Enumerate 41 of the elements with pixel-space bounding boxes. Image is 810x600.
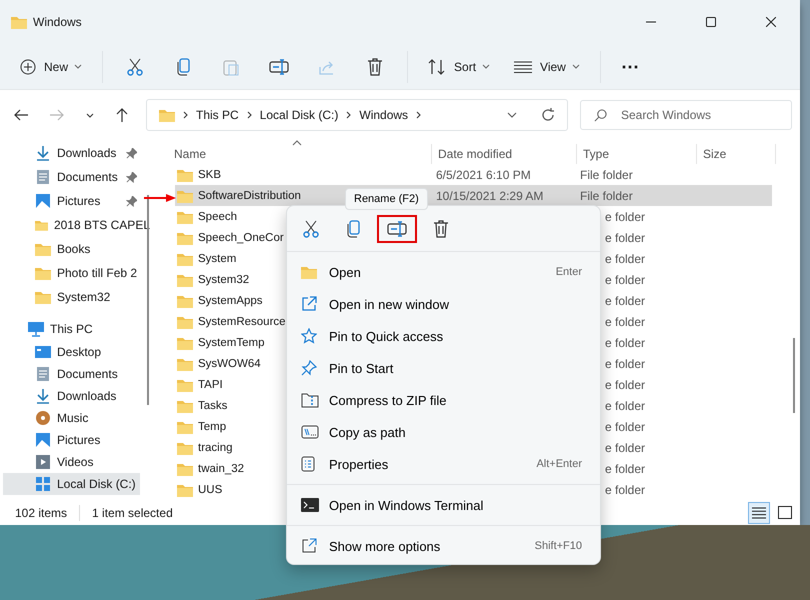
type-cell: File folder xyxy=(580,168,633,182)
type-cell: e folder xyxy=(605,440,646,454)
type-cell: e folder xyxy=(605,294,646,308)
tooltip: Rename (F2) xyxy=(345,188,428,210)
type-cell: e folder xyxy=(605,378,646,392)
shortcut-text: Enter xyxy=(556,266,582,278)
type-cell: e folder xyxy=(605,336,646,350)
window-title: Windows xyxy=(33,15,82,29)
type-cell: e folder xyxy=(605,252,646,266)
type-cell: e folder xyxy=(605,314,646,328)
type-cell: e folder xyxy=(605,398,646,412)
type-cell: e folder xyxy=(605,210,646,224)
type-cell: e folder xyxy=(605,482,646,496)
type-cell: e folder xyxy=(605,230,646,244)
file-name: Speech_OneCor xyxy=(198,232,284,244)
file-name: System xyxy=(198,252,236,264)
selection-count: 1 item selected xyxy=(92,506,173,520)
date-cell: 10/15/2021 2:29 AM xyxy=(436,188,544,202)
type-cell: e folder xyxy=(605,356,646,370)
type-cell: File folder xyxy=(580,188,633,202)
file-name: SoftwareDistribution xyxy=(198,190,301,202)
file-name: Temp xyxy=(198,420,226,432)
shortcut-text: Shift+F10 xyxy=(534,540,582,552)
file-name: System32 xyxy=(198,274,250,286)
item-count: 102 items xyxy=(15,506,68,520)
file-name: TAPI xyxy=(198,378,223,390)
date-cell: 6/5/2021 6:10 PM xyxy=(436,168,531,182)
type-cell: e folder xyxy=(605,420,646,434)
shortcut-text: Alt+Enter xyxy=(536,458,582,470)
file-name: SystemTemp xyxy=(198,336,264,348)
file-name: Speech xyxy=(198,210,238,222)
file-name: UUS xyxy=(198,484,222,496)
file-name: SystemResource xyxy=(198,316,286,328)
file-name: tracing xyxy=(198,442,233,454)
file-name: SystemApps xyxy=(198,294,263,306)
file-name: twain_32 xyxy=(198,462,244,474)
file-name: SysWOW64 xyxy=(198,358,261,370)
type-cell: e folder xyxy=(605,462,646,476)
file-name: Tasks xyxy=(198,400,228,412)
type-cell: e folder xyxy=(605,272,646,286)
file-name: SKB xyxy=(198,168,222,180)
